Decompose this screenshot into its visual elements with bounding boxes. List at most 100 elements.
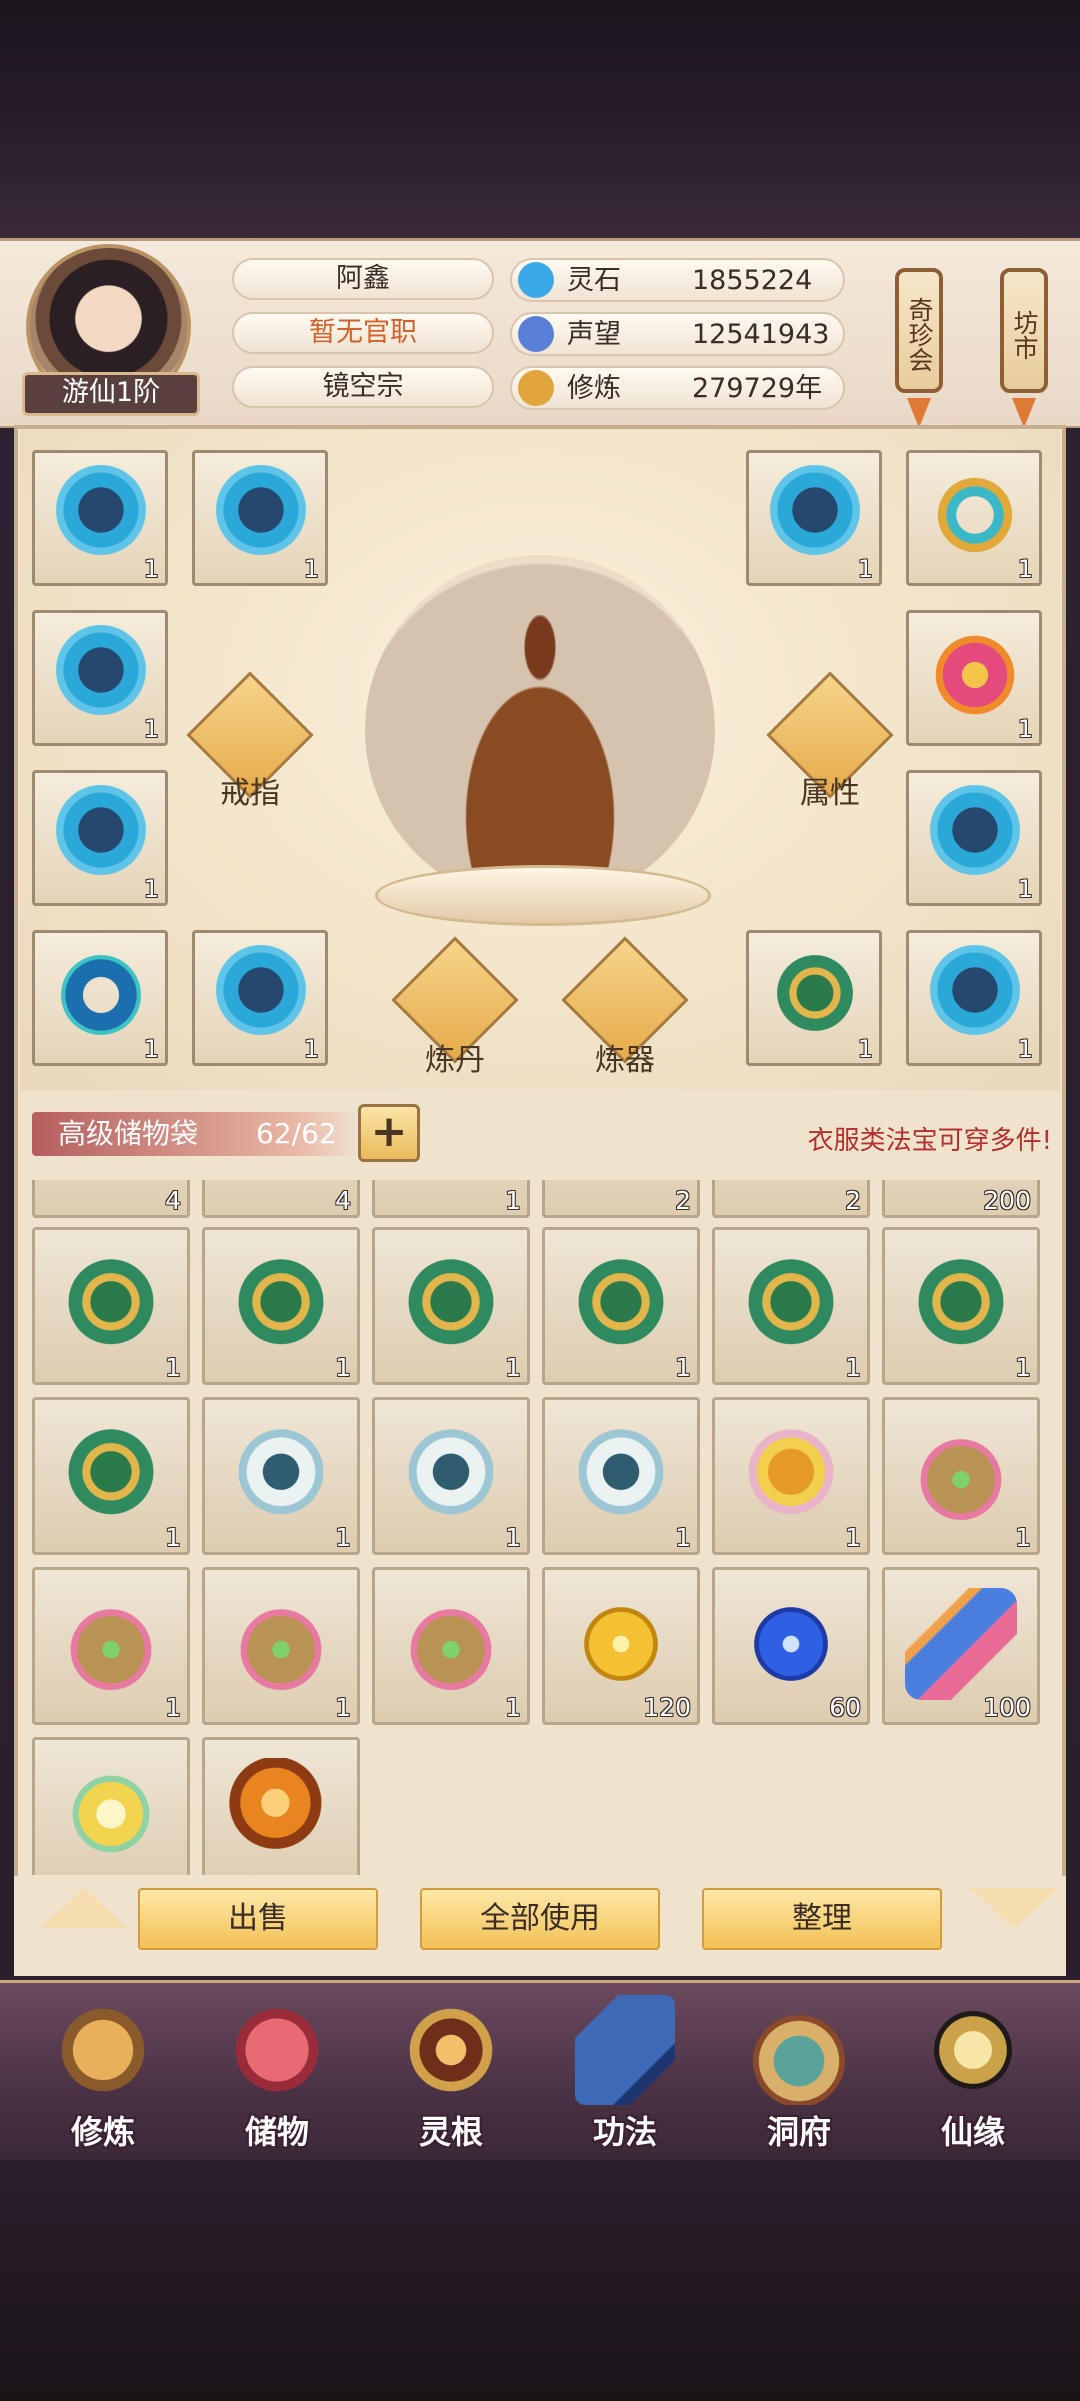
item-count: 1 <box>845 1353 861 1382</box>
item-count: 1 <box>335 1353 351 1382</box>
equip-slot[interactable]: 1 <box>32 930 168 1066</box>
inventory-slot[interactable]: 1 <box>542 1227 700 1385</box>
expand-storage-button[interactable]: + <box>358 1104 420 1162</box>
inventory-slot[interactable]: 2 <box>542 1180 700 1218</box>
cultivation-icon <box>53 1995 153 2105</box>
armor-green-icon <box>55 1418 167 1530</box>
equip-slot[interactable]: 1 <box>906 930 1042 1066</box>
item-count: 200 <box>983 1186 1031 1215</box>
nav-cultivation[interactable]: 修炼 <box>28 1995 178 2155</box>
scroll-down-icon[interactable] <box>970 1888 1058 1928</box>
inventory-slot[interactable]: 1 <box>202 1227 360 1385</box>
sell-button[interactable]: 出售 <box>138 1888 378 1950</box>
inventory-slot[interactable]: 1 <box>712 1397 870 1555</box>
ring-button-label: 戒指 <box>220 776 280 811</box>
inventory-slot[interactable]: 4 <box>202 1180 360 1218</box>
item-count: 1 <box>1017 875 1033 903</box>
meditating-figure-icon <box>425 615 655 885</box>
market-button[interactable]: 坊市 <box>1000 268 1048 393</box>
bag-icon <box>225 1588 337 1700</box>
armor-green-icon <box>395 1248 507 1360</box>
item-count: 1 <box>143 715 159 743</box>
inventory-slot[interactable]: 100 <box>882 1567 1040 1725</box>
equip-slot[interactable]: 1 <box>192 930 328 1066</box>
inventory-slot[interactable]: 1 <box>202 1397 360 1555</box>
ring-icon <box>925 465 1025 565</box>
item-count: 1 <box>857 555 873 583</box>
inventory-slot[interactable]: 1 <box>712 1227 870 1385</box>
inventory-slot[interactable]: 1 <box>32 1227 190 1385</box>
inventory-slot[interactable]: 1 <box>882 1227 1040 1385</box>
nav-immortal-fate[interactable]: 仙缘 <box>898 1995 1048 2155</box>
inventory-slot[interactable]: 1 <box>542 1397 700 1555</box>
item-count: 4 <box>335 1186 351 1215</box>
nav-spirit-root[interactable]: 灵根 <box>376 1995 526 2155</box>
ring-icon <box>925 625 1025 725</box>
inventory-slot[interactable]: 1 <box>372 1180 530 1218</box>
armor-green-icon <box>55 1248 167 1360</box>
equip-slot[interactable]: 1 <box>906 770 1042 906</box>
equip-slot[interactable]: 1 <box>906 450 1042 586</box>
storage-bag-icon <box>227 1995 327 2105</box>
resource-spirit-stone: 灵石 1855224 <box>510 258 845 302</box>
inventory-slot[interactable]: 1 <box>882 1397 1040 1555</box>
item-count: 60 <box>829 1693 861 1722</box>
equip-slot[interactable]: 1 <box>906 610 1042 746</box>
item-count: 1 <box>505 1523 521 1552</box>
equip-tip: 衣服类法宝可穿多件! <box>807 1126 1052 1156</box>
inventory-slot[interactable] <box>202 1737 360 1875</box>
item-count: 1 <box>1017 1035 1033 1063</box>
inventory-slot[interactable]: 1 <box>372 1397 530 1555</box>
resource-value: 279729年 <box>692 373 823 404</box>
equip-slot[interactable]: 1 <box>746 930 882 1066</box>
pedestal <box>375 865 711 926</box>
scroll-up-icon[interactable] <box>40 1888 128 1928</box>
inventory-slot[interactable]: 1 <box>32 1567 190 1725</box>
inventory-slot[interactable]: 1 <box>32 1397 190 1555</box>
inventory-slot[interactable]: 4 <box>32 1180 190 1218</box>
forging-button[interactable]: 炼器 <box>561 936 689 1085</box>
item-count: 1 <box>335 1693 351 1722</box>
equip-slot[interactable]: 1 <box>192 450 328 586</box>
nav-storage[interactable]: 储物 <box>202 1995 352 2155</box>
resource-label: 修炼 <box>567 373 621 404</box>
item-count: 100 <box>983 1693 1031 1722</box>
bag-icon <box>55 1588 167 1700</box>
equip-slot[interactable]: 1 <box>32 450 168 586</box>
equip-slot[interactable]: 1 <box>32 610 168 746</box>
use-all-button[interactable]: 全部使用 <box>420 1888 660 1950</box>
equip-slot[interactable]: 1 <box>32 770 168 906</box>
inventory-slot[interactable]: 1 <box>202 1567 360 1725</box>
nav-technique[interactable]: 功法 <box>550 1995 700 2155</box>
bag-icon <box>905 1418 1017 1530</box>
equip-slot[interactable]: 1 <box>746 450 882 586</box>
gem-gold-icon <box>565 1588 677 1700</box>
gem-blue-icon <box>735 1588 847 1700</box>
treasure-fair-button[interactable]: 奇珍会 <box>895 268 943 393</box>
inventory-slot[interactable]: 200 <box>882 1180 1040 1218</box>
inventory-slot[interactable] <box>32 1737 190 1875</box>
reputation-icon <box>518 316 554 352</box>
sort-button[interactable]: 整理 <box>702 1888 942 1950</box>
inventory-slot[interactable]: 60 <box>712 1567 870 1725</box>
inventory-slot[interactable]: 1 <box>372 1227 530 1385</box>
item-count: 1 <box>165 1523 181 1552</box>
inventory-slot[interactable]: 120 <box>542 1567 700 1725</box>
robe-icon <box>51 785 151 885</box>
alchemy-button[interactable]: 炼丹 <box>391 936 519 1085</box>
robe-icon <box>765 465 865 565</box>
inventory-slot[interactable]: 1 <box>372 1567 530 1725</box>
meditation-icon <box>518 370 554 406</box>
item-count: 1 <box>143 875 159 903</box>
tassel-icon <box>907 398 931 428</box>
robe-white-icon <box>225 1418 337 1530</box>
inventory-slot[interactable]: 2 <box>712 1180 870 1218</box>
nav-cave-dwelling[interactable]: 洞府 <box>724 1995 874 2155</box>
immortal-fate-icon <box>923 1995 1023 2105</box>
inventory-grid[interactable]: 4 4 1 2 2 200 1 1 1 1 1 1 1 1 1 1 1 1 1 1 1 120 60 100 <box>22 1180 1052 1875</box>
attributes-button[interactable]: 属性 <box>766 671 894 820</box>
item-count: 1 <box>165 1693 181 1722</box>
item-count: 4 <box>165 1186 181 1215</box>
cloud-icon <box>55 1758 167 1870</box>
ring-button[interactable]: 戒指 <box>186 671 314 820</box>
